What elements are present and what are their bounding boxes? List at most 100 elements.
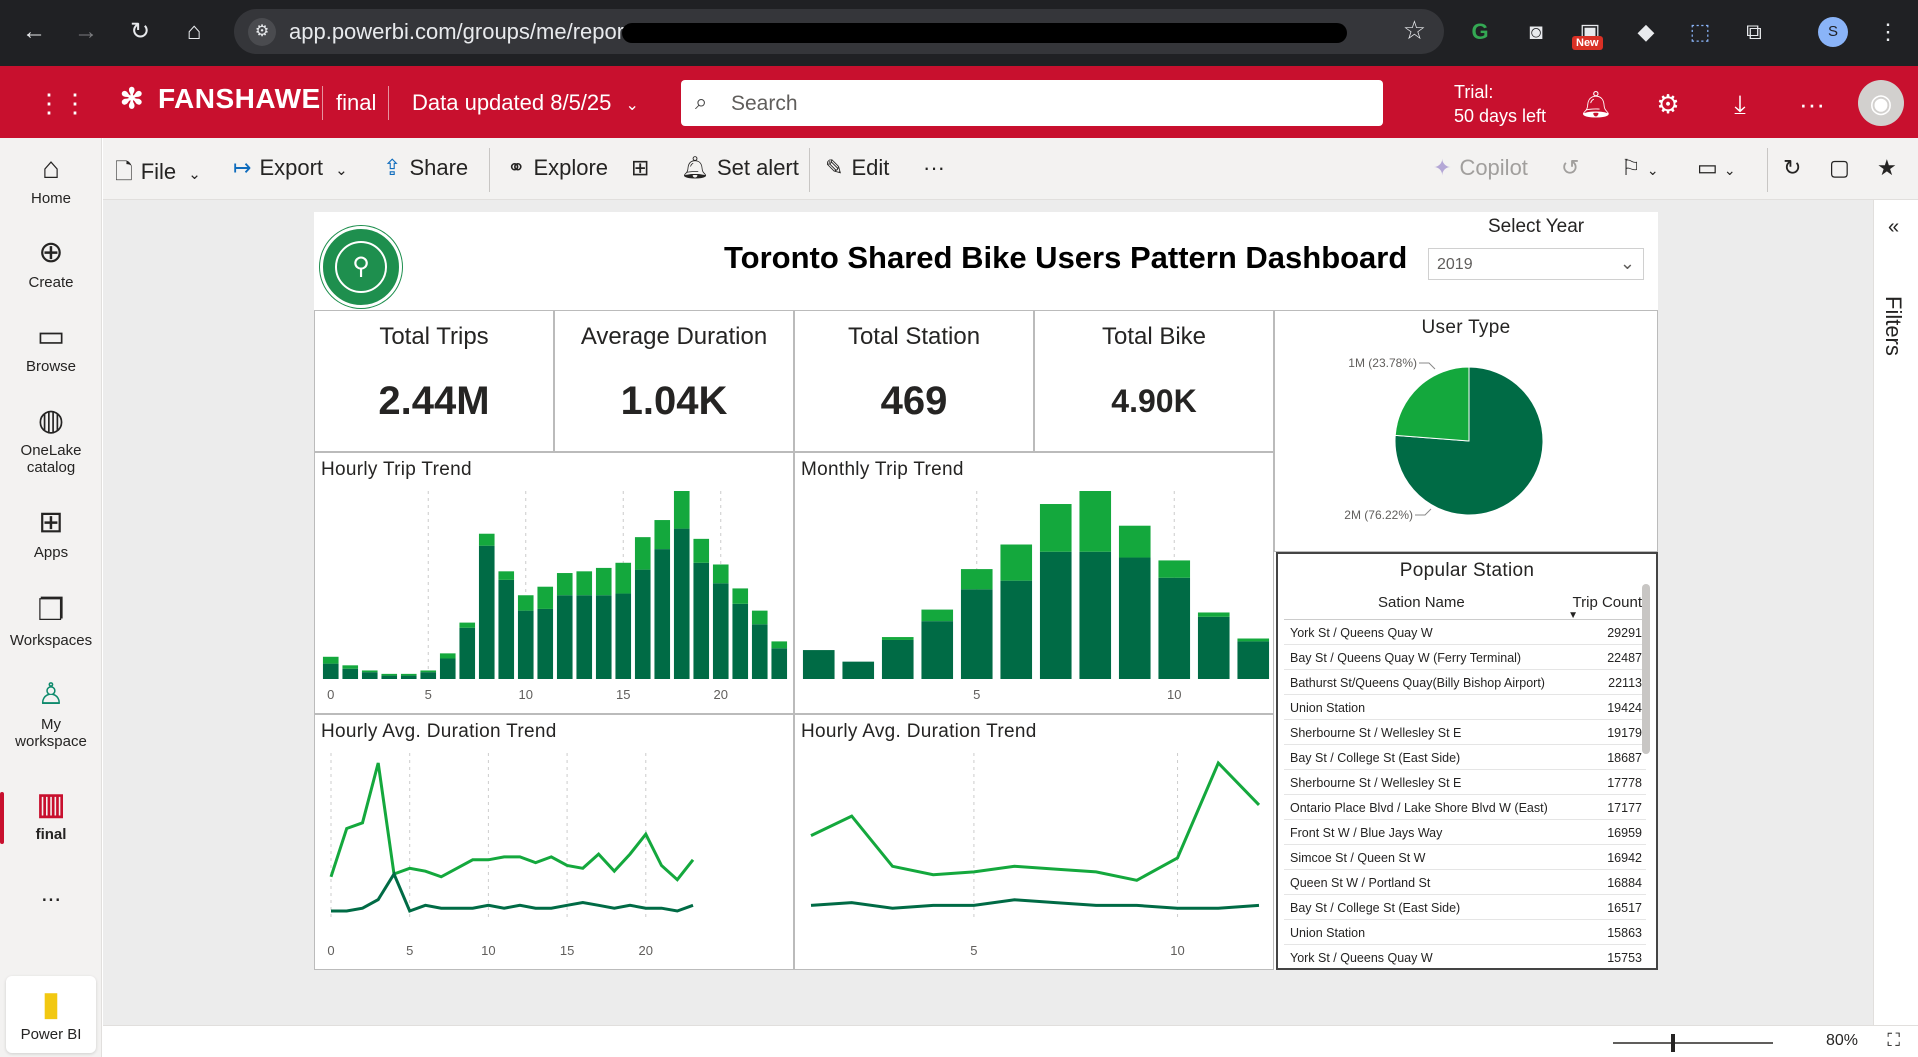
bar-series-1 xyxy=(960,589,993,679)
bar-series-2 xyxy=(1039,504,1072,552)
refresh-icon[interactable]: ↻ xyxy=(1783,155,1801,181)
trip-count-cell: 29291 xyxy=(1607,626,1642,640)
browser-menu-icon[interactable]: ⋮ xyxy=(1870,14,1906,50)
nav-workspaces[interactable]: ❐ Workspaces xyxy=(0,594,102,649)
table-row[interactable]: Front St W / Blue Jays Way 16959 xyxy=(1284,820,1646,845)
address-bar[interactable]: ⚙ app.powerbi.com/groups/me/reports ☆ xyxy=(234,9,1444,54)
edit-button[interactable]: ✎ Edit xyxy=(825,155,889,181)
table-row[interactable]: Bay St / Queens Quay W (Ferry Terminal) 2… xyxy=(1284,645,1646,670)
back-arrow-icon[interactable]: ← xyxy=(16,14,52,50)
x-tick-label: 0 xyxy=(327,943,334,958)
more-options-icon[interactable]: ··· xyxy=(1794,86,1830,122)
report-name[interactable]: final xyxy=(336,90,376,116)
bar-series-2 xyxy=(361,670,378,673)
brand-name: FANSHAWE xyxy=(158,83,321,114)
bar-series-1 xyxy=(322,663,339,679)
trip-count-cell: 16942 xyxy=(1607,851,1642,865)
user-avatar[interactable]: ◉ xyxy=(1858,80,1904,126)
table-row[interactable]: York St / Queens Quay W 29291 xyxy=(1284,620,1646,645)
table-row[interactable]: Queen St W / Portland St 16884 xyxy=(1284,870,1646,895)
grammarly-icon[interactable]: G xyxy=(1462,14,1498,50)
card-total-trips[interactable]: Total Trips 2.44M xyxy=(314,310,554,452)
more-actions-button[interactable]: ··· xyxy=(923,155,945,181)
share-button[interactable]: ⇪ Share xyxy=(383,155,468,181)
settings-gear-icon[interactable]: ⚙ xyxy=(1650,86,1686,122)
fanshawe-logo[interactable]: ✻ FANSHAWE xyxy=(112,82,321,115)
x-tick-label: 20 xyxy=(714,687,728,702)
bar-series-1 xyxy=(771,648,788,679)
zoom-slider[interactable] xyxy=(1613,1042,1773,1044)
year-slicer-dropdown[interactable]: 2019 ⌄ xyxy=(1428,248,1644,280)
camera-icon[interactable]: ◙ xyxy=(1518,14,1554,50)
zoom-slider-thumb[interactable] xyxy=(1671,1034,1675,1052)
site-settings-icon[interactable]: ⚙ xyxy=(248,18,276,46)
browser-profile-avatar[interactable]: S xyxy=(1818,17,1848,47)
table-scrollbar[interactable] xyxy=(1642,584,1650,754)
line-series-1 xyxy=(810,760,1261,882)
file-icon: 🗋︎ xyxy=(115,159,133,184)
export-menu[interactable]: ↦ Export ⌄ xyxy=(233,155,348,181)
view-icon[interactable]: ▭ ⌄ xyxy=(1697,155,1736,181)
home-browser-icon[interactable]: ⌂ xyxy=(176,14,212,50)
puzzle-icon[interactable]: ⧉ xyxy=(1736,14,1772,50)
card-average-duration[interactable]: Average Duration 1.04K xyxy=(554,310,794,452)
expand-chevron-icon[interactable]: « xyxy=(1888,216,1899,239)
fit-to-page-icon[interactable]: ⛶ xyxy=(1887,1030,1900,1051)
nav-browse[interactable]: ▭ Browse xyxy=(0,320,102,375)
copilot-button[interactable]: ✦ Copilot xyxy=(1433,155,1528,181)
browser-toolbar: ← → ↻ ⌂ ⚙ app.powerbi.com/groups/me/repo… xyxy=(0,0,1918,66)
table-row[interactable]: Bay St / College St (East Side) 18687 xyxy=(1284,745,1646,770)
bookmark-icon[interactable]: ⚐ ⌄ xyxy=(1621,155,1659,181)
card-total-bike[interactable]: Total Bike 4.90K xyxy=(1034,310,1274,452)
table-row[interactable]: Simcoe St / Queen St W 16942 xyxy=(1284,845,1646,870)
reset-icon[interactable]: ↺ xyxy=(1561,155,1579,181)
forward-arrow-icon[interactable]: → xyxy=(68,14,104,50)
table-row[interactable]: Sherbourne St / Wellesley St E 19179 xyxy=(1284,720,1646,745)
download-icon[interactable]: ⤓ xyxy=(1722,86,1758,122)
data-updated-dropdown[interactable]: Data updated 8/5/25 ⌄ xyxy=(412,90,639,116)
table-row[interactable]: Sherbourne St / Wellesley St E 17778 xyxy=(1284,770,1646,795)
app-launcher-icon[interactable]: ⋮⋮ xyxy=(36,88,88,118)
nav-my-workspace[interactable]: ♙ My workspace xyxy=(0,678,102,750)
bookmark-star-icon[interactable]: ☆ xyxy=(1403,15,1426,46)
filters-label[interactable]: Filters xyxy=(1880,296,1906,356)
table-row[interactable]: Bay St / College St (East Side) 16517 xyxy=(1284,895,1646,920)
table-row[interactable]: Bathurst St/Queens Quay(Billy Bishop Air… xyxy=(1284,670,1646,695)
notifications-bell-icon[interactable]: 🔔︎ xyxy=(1578,86,1614,122)
hourly-trip-trend-panel[interactable]: Hourly Trip Trend 0 5 10 15 20 xyxy=(314,452,794,714)
add-to-view-icon[interactable]: ⊞ xyxy=(631,155,657,181)
nav-create[interactable]: ⊕ Create xyxy=(0,236,102,291)
table-row[interactable]: York St / Queens Quay W 15753 xyxy=(1284,945,1646,968)
column-header-trip-count[interactable]: Trip Count xyxy=(1573,594,1642,611)
nav-onelake-catalog[interactable]: ◍ OneLake catalog xyxy=(0,404,102,476)
table-row[interactable]: Union Station 19424 xyxy=(1284,695,1646,720)
bar-series-2 xyxy=(712,564,729,584)
table-row[interactable]: Ontario Place Blvd / Lake Shore Blvd W (… xyxy=(1284,795,1646,820)
explore-button[interactable]: ⚭ Explore xyxy=(507,155,608,181)
column-header-station[interactable]: Sation Name xyxy=(1378,594,1465,611)
popular-station-table[interactable]: Popular Station Sation Name Trip Count ▼… xyxy=(1276,552,1658,970)
monthly-trip-trend-panel[interactable]: Monthly Trip Trend 5 10 xyxy=(794,452,1274,714)
bar-series-2 xyxy=(673,491,690,529)
trip-count-cell: 22487 xyxy=(1607,651,1642,665)
card-total-station[interactable]: Total Station 469 xyxy=(794,310,1034,452)
extension-icon[interactable]: ◆ xyxy=(1628,14,1664,50)
search-box[interactable]: ⌕ Search xyxy=(681,80,1383,126)
nav-apps[interactable]: ⊞ Apps xyxy=(0,506,102,561)
set-alert-button[interactable]: 🔔︎ Set alert xyxy=(681,155,799,181)
favorite-star-icon[interactable]: ★ xyxy=(1877,155,1897,181)
file-menu[interactable]: 🗋︎ File ⌄ xyxy=(115,155,201,193)
nav-final-report[interactable]: ▥ final xyxy=(0,788,102,843)
reload-icon[interactable]: ↻ xyxy=(122,14,158,50)
hourly-duration-trend-chart: 0 5 10 15 20 xyxy=(327,753,695,958)
screenshot-icon[interactable]: ⬚ xyxy=(1682,14,1718,50)
comment-icon[interactable]: ▢ xyxy=(1829,155,1850,181)
nav-my-workspace-label-2: workspace xyxy=(15,733,87,750)
power-bi-app-switcher[interactable]: ▮ Power BI xyxy=(6,976,96,1053)
user-type-pie-panel[interactable]: User Type 2M (76.22%) 1M (23.78%) xyxy=(1274,310,1658,552)
table-row[interactable]: Union Station 15863 xyxy=(1284,920,1646,945)
nav-more[interactable]: ... xyxy=(0,880,102,908)
nav-home[interactable]: ⌂ Home xyxy=(0,152,102,207)
hourly-duration-trend-panel[interactable]: Hourly Avg. Duration Trend 0 5 10 15 20 xyxy=(314,714,794,970)
monthly-duration-trend-panel[interactable]: Hourly Avg. Duration Trend 5 10 xyxy=(794,714,1274,970)
